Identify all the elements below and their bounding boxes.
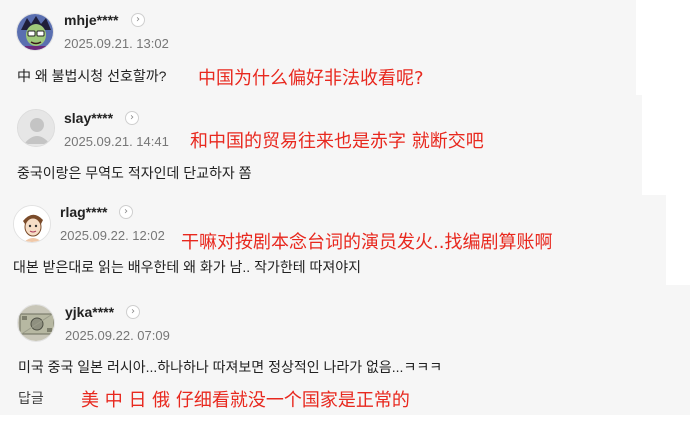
comment-date: 2025.09.22. 12:02	[60, 228, 165, 243]
comment-text: 中 왜 불법시청 선호할까?	[17, 68, 167, 84]
chevron-right-icon[interactable]: ›	[126, 305, 140, 319]
comment-translation: 中国为什么偏好非法收看呢?	[198, 68, 424, 89]
comment-date: 2025.09.21. 13:02	[64, 36, 169, 51]
comment-date: 2025.09.22. 07:09	[65, 328, 170, 343]
chevron-right-icon[interactable]: ›	[125, 111, 139, 125]
username[interactable]: rlag****	[60, 204, 107, 220]
reply-button[interactable]: 답글	[18, 388, 44, 408]
comment-translation: 和中国的贸易往来也是赤字 就断交吧	[190, 131, 484, 152]
comment-text: 중국이랑은 무역도 적자인데 단교하자 쫌	[17, 165, 252, 181]
user-avatar[interactable]	[13, 205, 51, 243]
username[interactable]: slay****	[64, 110, 113, 126]
user-avatar[interactable]	[17, 304, 55, 342]
username[interactable]: yjka****	[65, 304, 114, 320]
username[interactable]: mhje****	[64, 12, 118, 28]
comment-translation: 美 中 日 俄 仔细看就没一个国家是正常的	[81, 390, 410, 411]
user-avatar[interactable]	[16, 13, 54, 51]
comment-text: 대본 받은대로 읽는 배우한테 왜 화가 남.. 작가한테 따져야지	[13, 259, 362, 275]
comment-text: 미국 중국 일본 러시아...하나하나 따져보면 정상적인 나라가 없음...ㅋ…	[18, 359, 443, 375]
comment-date: 2025.09.21. 14:41	[64, 134, 169, 149]
comment-translation: 干嘛对按剧本念台词的演员发火..找编剧算账啊	[181, 232, 553, 253]
user-avatar[interactable]	[17, 109, 55, 147]
chevron-right-icon[interactable]: ›	[119, 205, 133, 219]
chevron-right-icon[interactable]: ›	[131, 13, 145, 27]
